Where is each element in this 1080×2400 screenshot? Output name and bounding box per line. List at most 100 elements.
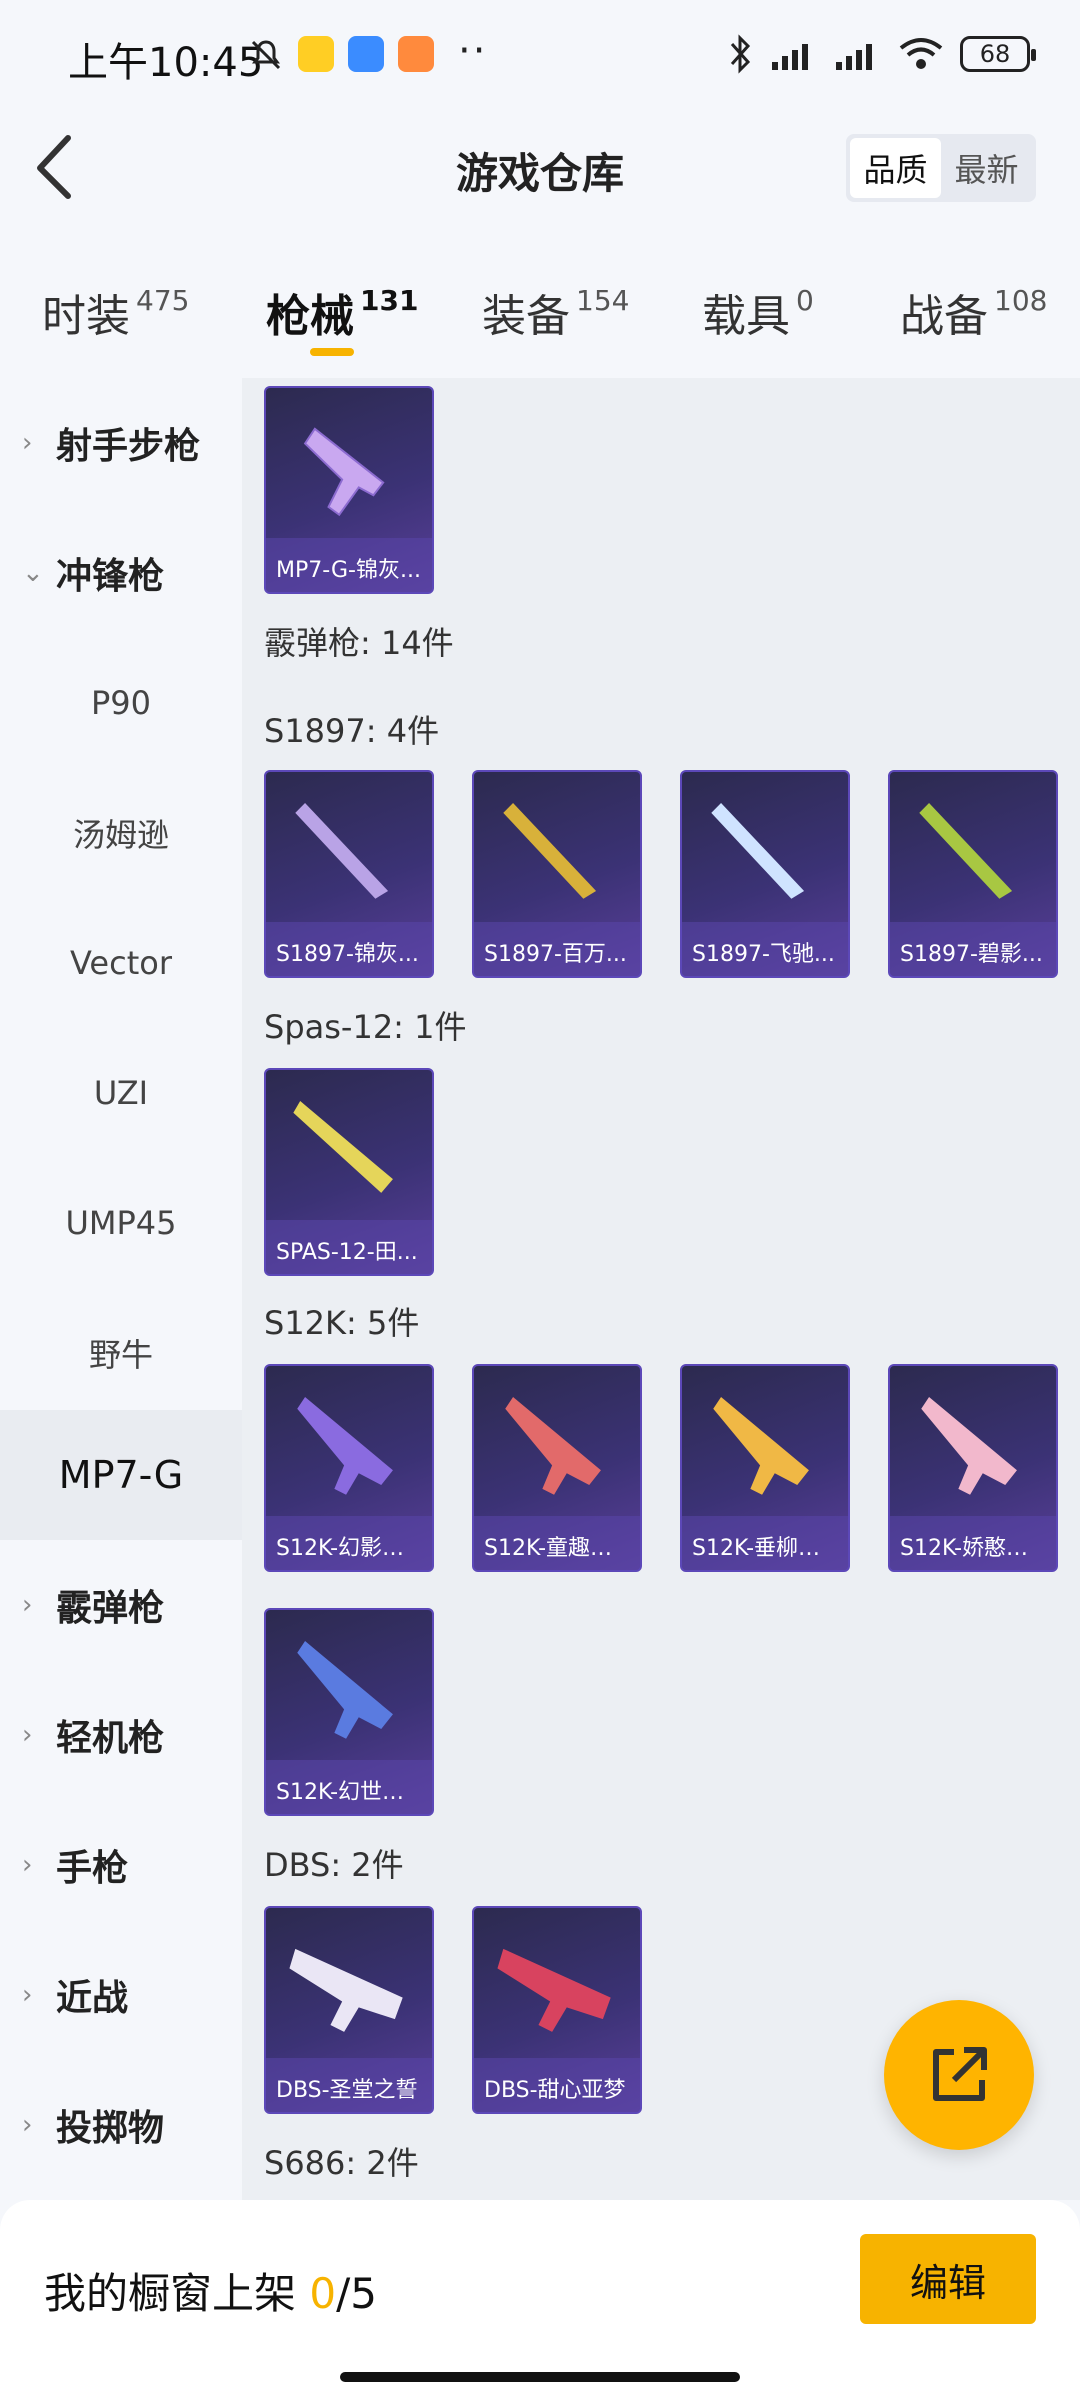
weapon-skin-image — [497, 1948, 611, 2032]
section-title: Spas-12: 1件 — [264, 1008, 467, 1046]
sidebar-item-melee[interactable]: › 近战 — [0, 1930, 242, 2060]
item-row: S1897-锦灰... S1897-百万... S1897-飞驰... S189… — [264, 770, 1064, 978]
battery-indicator: 68 — [960, 36, 1036, 72]
tab-count: 131 — [360, 284, 419, 317]
section-title: S686: 2件 — [264, 2144, 419, 2182]
item-card[interactable]: S12K-幻世战... — [264, 1608, 434, 1816]
tab-label: 装备 — [482, 291, 570, 342]
weapon-skin-image — [293, 1101, 393, 1193]
weapon-skin-image — [505, 1397, 601, 1495]
sidebar-subitem-bizon[interactable]: 野牛 — [0, 1288, 242, 1418]
sidebar-item-shotgun[interactable]: › 霰弹枪 — [0, 1540, 242, 1670]
chevron-down-icon: ⌄ — [22, 558, 44, 588]
tab-firearms[interactable]: 枪械 131 — [266, 280, 418, 344]
app-notification-icon-1 — [298, 36, 334, 72]
sidebar-item-lmg[interactable]: › 轻机枪 — [0, 1670, 242, 1800]
weapon-skin-image — [921, 1397, 1017, 1495]
weapon-skin-image — [711, 803, 805, 899]
active-tab-underline — [310, 348, 354, 356]
item-card[interactable]: DBS-圣堂之誓 — [264, 1906, 434, 2114]
chevron-right-icon: › — [22, 1980, 33, 2010]
chevron-right-icon: › — [22, 2110, 33, 2140]
share-external-icon — [933, 2047, 987, 2101]
sidebar-item-label: 轻机枪 — [56, 1718, 165, 1759]
tab-gear[interactable]: 战备 108 — [900, 280, 1047, 344]
weapon-type-sidebar: › 射手步枪 ⌄ 冲锋枪 P90 汤姆逊 Vector UZI UMP45 野牛… — [0, 378, 242, 2200]
item-card-caption: S1897-飞驰... — [682, 922, 848, 976]
section-title: S12K: 5件 — [264, 1304, 420, 1342]
sidebar-item-label: UZI — [93, 1074, 149, 1112]
weapon-skin-image — [289, 1948, 403, 2032]
item-card[interactable]: S1897-飞驰... — [680, 770, 850, 978]
weapon-skin-image — [713, 1397, 809, 1495]
weapon-skin-image — [503, 803, 597, 899]
status-bar: 上午10:45 ·· 68 — [0, 0, 1080, 110]
showcase-total: /5 — [336, 2269, 377, 2318]
item-card[interactable]: S1897-锦灰... — [264, 770, 434, 978]
item-card-caption: S1897-锦灰... — [266, 922, 432, 976]
signal-icon-1 — [772, 44, 808, 70]
tab-label: 时装 — [42, 291, 130, 342]
status-time: 上午10:45 — [68, 40, 264, 86]
sidebar-subitem-uzi[interactable]: UZI — [0, 1028, 242, 1158]
item-row: SPAS-12-田... — [264, 1068, 1064, 1276]
item-card-caption: S12K-幻影战神 — [266, 1516, 432, 1570]
item-row: S12K-幻影战神 S12K-童趣迷兔 S12K-垂柳戏鸭 S12K-娇憨猪猪 — [264, 1364, 1064, 1572]
item-card[interactable]: DBS-甜心亚梦 — [472, 1906, 642, 2114]
sidebar-item-label: UMP45 — [65, 1204, 177, 1242]
item-row: S12K-幻世战... — [264, 1608, 1064, 1816]
weapon-skin-image — [303, 427, 385, 517]
item-card-caption: S1897-碧影... — [890, 922, 1056, 976]
section-title: S1897: 4件 — [264, 712, 440, 750]
item-grid-area: MP7-G-锦灰... 霰弹枪: 14件 S1897: 4件 S1897-锦灰.… — [242, 378, 1080, 2200]
sidebar-item-label: 霰弹枪 — [56, 1588, 165, 1629]
sidebar-item-label: P90 — [90, 684, 151, 722]
item-card[interactable]: MP7-G-锦灰... — [264, 386, 434, 594]
weapon-skin-image — [297, 1641, 393, 1739]
sidebar-item-throwables[interactable]: › 投掷物 — [0, 2060, 242, 2190]
category-tabs: 时装 475 枪械 131 装备 154 载具 0 战备 108 — [0, 260, 1080, 380]
bottom-bar: 我的橱窗上架 0/5 编辑 — [0, 2200, 1080, 2400]
chevron-right-icon: › — [22, 1850, 33, 1880]
sidebar-subitem-thompson[interactable]: 汤姆逊 — [0, 768, 242, 898]
item-card[interactable]: S1897-碧影... — [888, 770, 1058, 978]
item-card[interactable]: S12K-幻影战神 — [264, 1364, 434, 1572]
item-card[interactable]: S12K-娇憨猪猪 — [888, 1364, 1058, 1572]
tab-fashion[interactable]: 时装 475 — [42, 280, 189, 344]
item-card-caption: S1897-百万... — [474, 922, 640, 976]
sidebar-item-label: 投掷物 — [56, 2108, 165, 2149]
share-fab[interactable] — [884, 2000, 1034, 2150]
header: 游戏仓库 品质 最新 — [0, 110, 1080, 230]
tab-label: 枪械 — [266, 291, 354, 342]
tab-vehicles[interactable]: 载具 0 — [702, 280, 814, 344]
tab-equipment[interactable]: 装备 154 — [482, 280, 629, 344]
item-card-caption: S12K-童趣迷兔 — [474, 1516, 640, 1570]
app-notification-icon-3 — [398, 36, 434, 72]
item-card[interactable]: SPAS-12-田... — [264, 1068, 434, 1276]
sidebar-subitem-vector[interactable]: Vector — [0, 898, 242, 1028]
item-card[interactable]: S1897-百万... — [472, 770, 642, 978]
item-card-caption: MP7-G-锦灰... — [266, 538, 432, 592]
tab-count: 154 — [576, 284, 630, 317]
status-notification-icons — [248, 36, 434, 72]
sidebar-item-marksman-rifle[interactable]: › 射手步枪 — [0, 378, 242, 508]
item-card[interactable]: S12K-童趣迷兔 — [472, 1364, 642, 1572]
sidebar-subitem-mp7g[interactable]: MP7-G — [0, 1410, 242, 1540]
sort-option-quality[interactable]: 品质 — [850, 138, 941, 198]
sidebar-subitem-ump45[interactable]: UMP45 — [0, 1158, 242, 1288]
chevron-right-icon: › — [22, 428, 33, 458]
edit-button[interactable]: 编辑 — [860, 2234, 1036, 2324]
sidebar-item-pistol[interactable]: › 手枪 — [0, 1800, 242, 1930]
sidebar-item-label: 射手步枪 — [56, 426, 201, 467]
showcase-label: 我的橱窗上架 — [44, 2269, 297, 2318]
sidebar-item-smg[interactable]: ⌄ 冲锋枪 — [0, 508, 242, 638]
bell-off-icon — [251, 40, 281, 70]
sort-option-latest[interactable]: 最新 — [941, 138, 1032, 198]
sidebar-subitem-p90[interactable]: P90 — [0, 638, 242, 768]
weapon-skin-image — [295, 803, 389, 899]
tab-count: 108 — [994, 284, 1048, 317]
weapon-skin-image — [919, 803, 1013, 899]
showcase-counter: 我的橱窗上架 0/5 — [44, 2260, 377, 2321]
item-card[interactable]: S12K-垂柳戏鸭 — [680, 1364, 850, 1572]
sidebar-item-label: 汤姆逊 — [72, 816, 169, 854]
